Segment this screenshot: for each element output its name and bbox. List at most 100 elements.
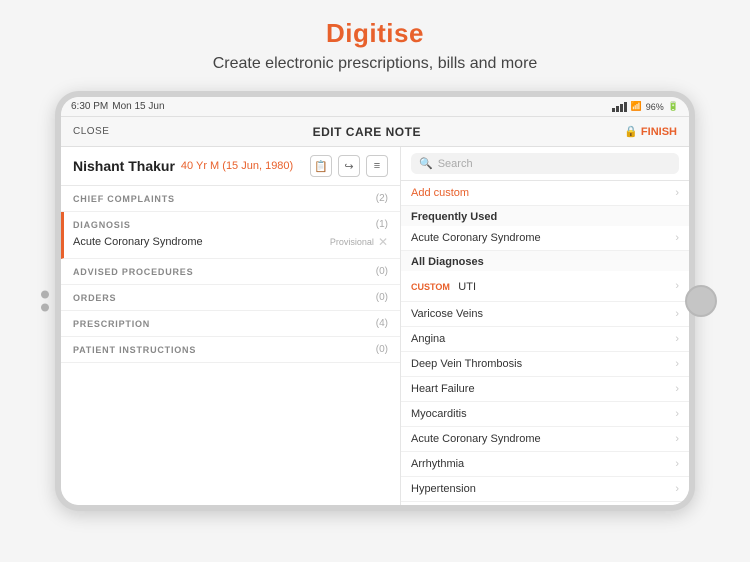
list-item[interactable]: Hypertension › — [401, 477, 689, 502]
diag-item-name: UTI — [458, 281, 476, 293]
section-diagnosis: DIAGNOSIS (1) Acute Coronary Syndrome Pr… — [61, 212, 400, 259]
list-item[interactable]: Myocardial Infarction › — [401, 502, 689, 505]
ipad-dot-2 — [41, 304, 49, 312]
patient-action-2[interactable]: ↪ — [338, 155, 360, 177]
section-label-prescription: PRESCRIPTION — [73, 319, 150, 329]
status-time: 6:30 PM — [71, 101, 108, 112]
diag-chevron: › — [675, 280, 679, 292]
list-item[interactable]: Arrhythmia › — [401, 452, 689, 477]
diag-item-name: Acute Coronary Syndrome — [411, 433, 541, 445]
add-custom-chevron: › — [675, 187, 679, 199]
section-chief-complaints: CHIEF COMPLAINTS (2) — [61, 186, 400, 212]
signal-bar-4 — [624, 102, 627, 112]
patient-meta: 40 Yr M (15 Jun, 1980) — [181, 160, 293, 172]
list-item[interactable]: Angina › — [401, 327, 689, 352]
diag-item-name: Heart Failure — [411, 383, 475, 395]
patient-info: Nishant Thakur 40 Yr M (15 Jun, 1980) — [73, 158, 293, 174]
section-label-chief: CHIEF COMPLAINTS — [73, 194, 175, 204]
main-content: Nishant Thakur 40 Yr M (15 Jun, 1980) 📋 … — [61, 147, 689, 505]
ipad-screen: 6:30 PM Mon 15 Jun 📶 96% 🔋 CLOSE EDIT CA… — [61, 97, 689, 505]
nav-title: EDIT CARE NOTE — [313, 125, 421, 139]
list-item[interactable]: Acute Coronary Syndrome › — [401, 226, 689, 251]
list-item[interactable]: Acute Coronary Syndrome › — [401, 427, 689, 452]
nav-bar: CLOSE EDIT CARE NOTE 🔒 FINISH — [61, 117, 689, 147]
page-title: Digitise — [326, 18, 424, 49]
section-patient-instructions: PATIENT INSTRUCTIONS (0) — [61, 337, 400, 363]
list-item[interactable]: Varicose Veins › — [401, 302, 689, 327]
section-count-diagnosis: (1) — [376, 219, 388, 230]
ipad-side-buttons — [41, 291, 49, 312]
add-custom-row[interactable]: Add custom › — [401, 181, 689, 206]
signal-bar-2 — [616, 106, 619, 112]
close-button[interactable]: CLOSE — [73, 126, 109, 137]
diag-chevron: › — [675, 408, 679, 420]
finish-button[interactable]: 🔒 FINISH — [624, 125, 677, 138]
section-label-orders: ORDERS — [73, 293, 116, 303]
right-panel: 🔍 Search Add custom › Frequently Used Ac… — [401, 147, 689, 505]
diag-item-name: Myocarditis — [411, 408, 467, 420]
left-panel: Nishant Thakur 40 Yr M (15 Jun, 1980) 📋 … — [61, 147, 401, 505]
section-count-orders: (0) — [376, 292, 388, 303]
diagnosis-scroll-area: Frequently Used Acute Coronary Syndrome … — [401, 206, 689, 505]
search-bar: 🔍 Search — [401, 147, 689, 181]
diag-item-name: Angina — [411, 333, 445, 345]
patient-name: Nishant Thakur — [73, 158, 175, 174]
diag-chevron: › — [675, 358, 679, 370]
add-custom-label: Add custom — [411, 187, 469, 199]
search-input-wrapper[interactable]: 🔍 Search — [411, 153, 679, 174]
diag-chevron: › — [675, 483, 679, 495]
search-input[interactable]: Search — [438, 158, 473, 170]
ipad-frame: 6:30 PM Mon 15 Jun 📶 96% 🔋 CLOSE EDIT CA… — [55, 91, 695, 511]
patient-header: Nishant Thakur 40 Yr M (15 Jun, 1980) 📋 … — [61, 147, 400, 186]
section-count-instructions: (0) — [376, 344, 388, 355]
page-subtitle: Create electronic prescriptions, bills a… — [213, 55, 538, 73]
diag-chevron: › — [675, 308, 679, 320]
diag-chevron: › — [675, 383, 679, 395]
frequently-used-header: Frequently Used — [401, 206, 689, 226]
signal-bars — [612, 102, 627, 112]
diagnosis-entry: Acute Coronary Syndrome Provisional ✕ — [73, 230, 388, 251]
all-diagnoses-header: All Diagnoses — [401, 251, 689, 271]
diag-chevron: › — [675, 232, 679, 244]
diag-item-name: Hypertension — [411, 483, 476, 495]
section-advised-procedures: ADVISED PROCEDURES (0) — [61, 259, 400, 285]
wifi-icon: 📶 — [631, 101, 642, 112]
diag-item-tag: CUSTOM — [411, 282, 450, 292]
section-count-procedures: (0) — [376, 266, 388, 277]
list-item[interactable]: CUSTOM UTI › — [401, 271, 689, 302]
search-icon: 🔍 — [419, 157, 433, 170]
patient-action-1[interactable]: 📋 — [310, 155, 332, 177]
status-date: Mon 15 Jun — [112, 101, 164, 112]
diag-item-name: Arrhythmia — [411, 458, 464, 470]
diag-item-name: Deep Vein Thrombosis — [411, 358, 522, 370]
diag-chevron: › — [675, 433, 679, 445]
battery-icon: 🔋 — [668, 101, 679, 112]
signal-bar-1 — [612, 108, 615, 112]
patient-actions: 📋 ↪ ≡ — [310, 155, 388, 177]
section-label-diagnosis: DIAGNOSIS — [73, 220, 131, 230]
section-count-prescription: (4) — [376, 318, 388, 329]
status-bar-left: 6:30 PM Mon 15 Jun — [71, 101, 165, 112]
status-bar-right: 📶 96% 🔋 — [612, 101, 679, 112]
signal-bar-3 — [620, 104, 623, 112]
lock-icon: 🔒 — [624, 125, 638, 138]
diag-chevron: › — [675, 458, 679, 470]
patient-action-3[interactable]: ≡ — [366, 155, 388, 177]
diagnosis-close-button[interactable]: ✕ — [378, 235, 388, 249]
section-label-procedures: ADVISED PROCEDURES — [73, 267, 193, 277]
section-label-instructions: PATIENT INSTRUCTIONS — [73, 345, 196, 355]
diag-item-name: Varicose Veins — [411, 308, 483, 320]
ipad-dot-1 — [41, 291, 49, 299]
list-item[interactable]: Deep Vein Thrombosis › — [401, 352, 689, 377]
section-prescription: PRESCRIPTION (4) — [61, 311, 400, 337]
status-bar: 6:30 PM Mon 15 Jun 📶 96% 🔋 — [61, 97, 689, 117]
list-item[interactable]: Heart Failure › — [401, 377, 689, 402]
diag-item-name: Acute Coronary Syndrome — [411, 232, 541, 244]
list-item[interactable]: Myocarditis › — [401, 402, 689, 427]
diagnosis-name: Acute Coronary Syndrome — [73, 236, 203, 248]
section-count-chief: (2) — [376, 193, 388, 204]
diag-chevron: › — [675, 333, 679, 345]
section-orders: ORDERS (0) — [61, 285, 400, 311]
diagnosis-tag: Provisional — [330, 237, 374, 247]
ipad-home-button[interactable] — [685, 285, 717, 317]
